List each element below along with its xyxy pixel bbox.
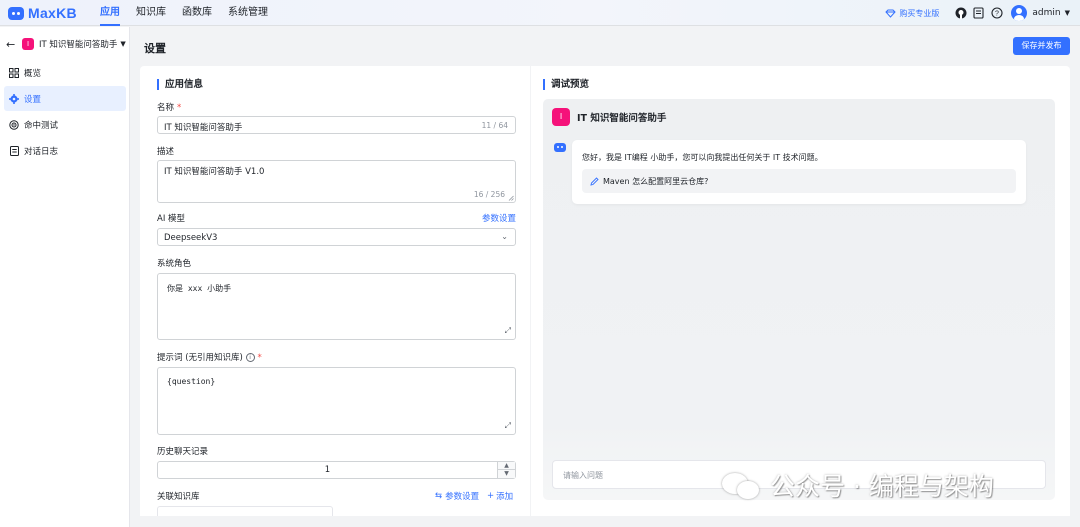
github-icon[interactable] <box>954 7 967 20</box>
sidebar-item-hit-test[interactable]: 命中测试 <box>4 112 126 137</box>
model-param-settings-link[interactable]: 参数设置 <box>482 212 516 224</box>
ai-model-label: AI 模型 <box>157 214 186 224</box>
system-role-textarea[interactable]: 你是 xxx 小助手 ⤢ <box>157 273 516 340</box>
history-value: 1 <box>324 465 331 475</box>
watermark: 公众号 · 编程与架构 <box>722 467 994 503</box>
app-info-panel: 应用信息 名称 * IT 知识智能问答助手 11 / 64 描述 IT 知识智能问… <box>140 66 530 516</box>
chat-preview: I IT 知识智能问答助手 您好，我是 IT编程 小助手，您可以向我提出任何关于… <box>543 99 1055 500</box>
greeting-bubble: 您好，我是 IT编程 小助手，您可以向我提出任何关于 IT 技术问题。 Mave… <box>572 140 1026 204</box>
prompt-textarea[interactable]: {question} ⤢ <box>157 367 516 435</box>
decrement-icon[interactable]: ▼ <box>498 470 515 478</box>
chat-input-placeholder: 请输入问题 <box>563 471 603 480</box>
page-title: 设置 <box>144 42 166 55</box>
app-name[interactable]: IT 知识智能问答助手 <box>39 38 117 50</box>
section-title-preview: 调试预览 <box>543 79 589 90</box>
section-title-app-info: 应用信息 <box>157 79 203 90</box>
expand-icon[interactable]: ⤢ <box>505 421 511 431</box>
nav-apps[interactable]: 应用 <box>92 0 128 26</box>
chevron-down-icon[interactable]: ▼ <box>120 40 125 48</box>
name-value: IT 知识智能问答助手 <box>164 123 243 133</box>
chat-header: I IT 知识智能问答助手 <box>543 99 1055 134</box>
prompt-value: {question} <box>167 377 216 386</box>
user-name[interactable]: admin <box>1032 8 1060 18</box>
grid-icon <box>9 67 19 78</box>
top-right-tools: 购买专业版 ? admin ▼ <box>885 0 1070 26</box>
nav-functions[interactable]: 函数库 <box>174 0 220 26</box>
kb-add-link[interactable]: + 添加 <box>487 490 513 502</box>
nav-system[interactable]: 系统管理 <box>220 0 276 26</box>
nav-knowledge[interactable]: 知识库 <box>128 0 174 26</box>
resize-handle-icon[interactable] <box>508 195 514 201</box>
edit-pen-icon <box>589 176 599 186</box>
description-char-count: 16 / 256 <box>473 190 505 199</box>
sidebar-item-label: 对话日志 <box>24 146 59 157</box>
sidebar: ← I IT 知识智能问答助手 ▼ 概览 设置 命中测试 对话日志 <box>0 27 130 527</box>
description-textarea[interactable]: IT 知识智能问答助手 V1.0 16 / 256 <box>157 160 516 203</box>
app-tile: I <box>552 107 570 126</box>
logo[interactable]: MaxKB <box>8 5 77 21</box>
prompt-label: 提示词 (无引用知识库) i * <box>157 353 262 363</box>
back-arrow-icon[interactable]: ← <box>6 38 20 51</box>
sidebar-item-label: 概览 <box>24 68 42 79</box>
kb-card[interactable] <box>157 506 333 516</box>
sliders-icon: ⇆ <box>435 491 443 501</box>
watermark-text: 公众号 · 编程与架构 <box>770 472 994 501</box>
buy-pro-label: 购买专业版 <box>899 8 940 18</box>
save-publish-button[interactable]: 保存并发布 <box>1013 37 1070 55</box>
document-icon[interactable] <box>972 7 985 20</box>
sidebar-item-label: 命中测试 <box>24 120 59 131</box>
history-stepper[interactable]: 1 ▲ ▼ <box>157 461 516 479</box>
name-char-count: 11 / 64 <box>481 121 508 130</box>
description-label: 描述 <box>157 147 175 157</box>
top-nav: 应用 知识库 函数库 系统管理 <box>92 0 276 26</box>
kb-param-settings-link[interactable]: ⇆ 参数设置 <box>435 490 479 502</box>
expand-icon[interactable]: ⤢ <box>505 326 511 336</box>
maxkb-logo-icon <box>8 6 24 20</box>
chat-app-name: IT 知识智能问答助手 <box>577 112 667 124</box>
app-tile: I <box>22 38 34 50</box>
ai-model-select[interactable]: DeepseekV3 ⌄ <box>157 228 516 246</box>
sidebar-item-chat-log[interactable]: 对话日志 <box>4 138 126 163</box>
required-mark: * <box>257 353 262 363</box>
history-label: 历史聊天记录 <box>157 447 209 457</box>
app-selector[interactable]: ← I IT 知识智能问答助手 ▼ <box>6 36 126 52</box>
stepper-buttons: ▲ ▼ <box>497 462 515 478</box>
greeting-text: 您好，我是 IT编程 小助手，您可以向我提出任何关于 IT 技术问题。 <box>582 153 823 162</box>
linked-kb-label: 关联知识库 <box>157 492 200 502</box>
suggested-question-text: Maven 怎么配置阿里云仓库? <box>603 176 709 186</box>
wechat-icon <box>722 470 760 500</box>
target-icon <box>9 119 19 130</box>
bot-avatar-icon <box>554 143 566 152</box>
chevron-down-icon[interactable]: ▼ <box>1065 9 1070 17</box>
ai-model-value: DeepseekV3 <box>164 233 218 243</box>
log-icon <box>9 145 19 156</box>
increment-icon[interactable]: ▲ <box>498 462 515 470</box>
sidebar-menu: 概览 设置 命中测试 对话日志 <box>0 60 130 164</box>
logo-text: MaxKB <box>28 5 77 21</box>
suggested-question[interactable]: Maven 怎么配置阿里云仓库? <box>582 169 1016 193</box>
sidebar-item-overview[interactable]: 概览 <box>4 60 126 85</box>
info-icon[interactable]: i <box>245 353 255 362</box>
description-value: IT 知识智能问答助手 V1.0 <box>164 167 265 177</box>
gear-icon <box>9 93 19 104</box>
gem-icon <box>885 9 897 18</box>
system-role-value: 你是 xxx 小助手 <box>167 284 232 293</box>
top-bar: MaxKB 应用 知识库 函数库 系统管理 购买专业版 ? admin ▼ <box>0 0 1080 26</box>
avatar-icon[interactable] <box>1011 5 1028 21</box>
svg-text:?: ? <box>995 11 999 18</box>
sidebar-item-settings[interactable]: 设置 <box>4 86 126 111</box>
sidebar-item-label: 设置 <box>24 94 42 105</box>
name-input[interactable]: IT 知识智能问答助手 11 / 64 <box>157 116 516 134</box>
buy-pro-link[interactable]: 购买专业版 <box>885 8 939 19</box>
chevron-down-icon: ⌄ <box>501 232 508 241</box>
name-label: 名称 * <box>157 103 182 113</box>
help-icon[interactable]: ? <box>990 7 1003 20</box>
system-role-label: 系统角色 <box>157 259 192 269</box>
required-mark: * <box>177 103 182 113</box>
plus-icon: + <box>487 491 495 501</box>
